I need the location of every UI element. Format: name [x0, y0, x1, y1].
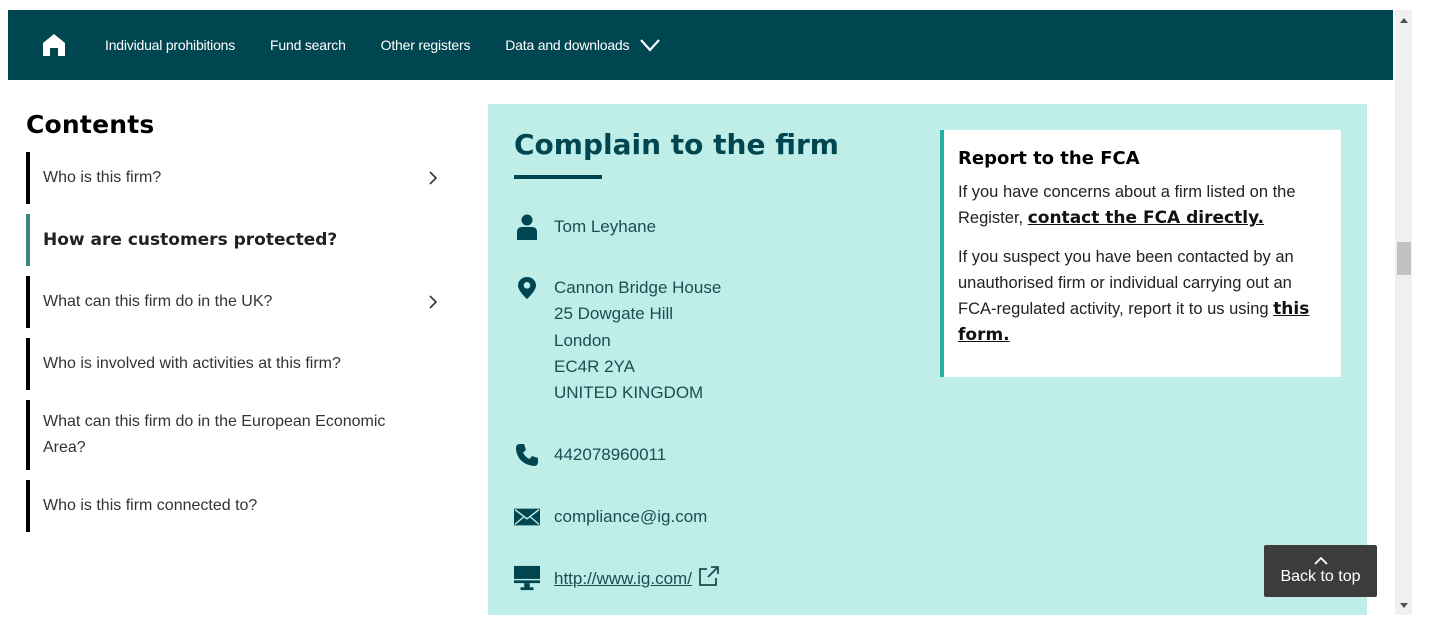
email-row: compliance@ig.com	[514, 504, 707, 530]
contents-item-who-is-firm-connected-to[interactable]: Who is this firm connected to?	[26, 480, 446, 532]
complain-heading: Complain to the firm	[514, 128, 839, 161]
contents-item-label: What can this firm do in the European Ec…	[43, 413, 386, 456]
address-row: Cannon Bridge House 25 Dowgate Hill Lond…	[514, 275, 721, 406]
contents-item-who-is-involved[interactable]: Who is involved with activities at this …	[26, 338, 446, 390]
nav-link-individual-prohibitions[interactable]: Individual prohibitions	[105, 37, 235, 53]
chevron-right-icon	[428, 170, 438, 186]
arrow-up-icon	[1399, 17, 1408, 23]
contact-name: Tom Leyhane	[554, 217, 657, 236]
contents-item-what-can-firm-do-eea[interactable]: What can this firm do in the European Ec…	[26, 400, 446, 470]
chevron-up-icon	[1313, 556, 1328, 565]
email-address[interactable]: compliance@ig.com	[554, 504, 707, 530]
back-to-top-label: Back to top	[1280, 568, 1361, 585]
external-link-icon[interactable]	[698, 565, 720, 587]
contents-item-label: Who is this firm?	[43, 169, 162, 186]
contents-item-who-is-this-firm[interactable]: Who is this firm?	[26, 152, 446, 204]
phone-icon	[514, 442, 540, 468]
home-button[interactable]	[34, 25, 74, 65]
home-icon	[43, 34, 65, 56]
report-paragraph-concerns: If you have concerns about a firm listed…	[958, 179, 1327, 232]
phone-row: 442078960011	[514, 442, 666, 468]
report-text: If you suspect you have been contacted b…	[958, 247, 1294, 319]
address-line: London	[554, 330, 611, 350]
address-line: Cannon Bridge House	[554, 278, 722, 297]
desktop-monitor-icon	[514, 565, 540, 591]
contact-name-row: Tom Leyhane	[514, 214, 656, 240]
contents-item-label: Who is involved with activities at this …	[43, 355, 341, 372]
chevron-right-icon	[428, 294, 438, 310]
report-heading: Report to the FCA	[958, 148, 1140, 169]
back-to-top-button[interactable]: Back to top	[1264, 545, 1377, 597]
chevron-down-icon	[639, 38, 661, 52]
nav-link-data-and-downloads-label: Data and downloads	[505, 37, 630, 53]
person-icon	[514, 214, 540, 240]
contents-item-label: Who is this firm connected to?	[43, 497, 258, 514]
contents-item-how-are-customers-protected[interactable]: How are customers protected?	[26, 214, 446, 266]
nav-link-data-and-downloads[interactable]: Data and downloads	[505, 37, 661, 53]
page-scrollbar[interactable]	[1395, 10, 1412, 615]
envelope-icon	[514, 504, 540, 530]
website-link[interactable]: http://www.ig.com/	[554, 569, 692, 588]
main-nav: Individual prohibitions Fund search Othe…	[8, 10, 1393, 80]
contents-item-label: How are customers protected?	[43, 230, 338, 250]
contents-heading: Contents	[26, 110, 155, 139]
report-to-fca-box: Report to the FCA If you have concerns a…	[940, 130, 1341, 377]
contact-fca-link[interactable]: contact the FCA directly.	[1028, 208, 1264, 228]
website-row: http://www.ig.com/	[514, 565, 720, 592]
contents-item-what-can-firm-do-uk[interactable]: What can this firm do in the UK?	[26, 276, 446, 328]
address-block: Cannon Bridge House 25 Dowgate Hill Lond…	[554, 275, 721, 406]
nav-link-fund-search[interactable]: Fund search	[270, 37, 346, 53]
address-line: 25 Dowgate Hill	[554, 304, 674, 324]
complain-panel: Complain to the firm Tom Leyhane Cannon …	[488, 104, 1367, 615]
contents-list: Who is this firm? How are customers prot…	[26, 152, 446, 542]
contents-item-label: What can this firm do in the UK?	[43, 293, 273, 310]
arrow-down-icon	[1399, 602, 1408, 608]
nav-link-other-registers[interactable]: Other registers	[381, 37, 471, 53]
report-paragraph-suspect: If you suspect you have been contacted b…	[958, 244, 1327, 349]
location-pin-icon	[514, 275, 540, 301]
address-line: EC4R 2YA	[554, 356, 635, 376]
address-line: UNITED KINGDOM	[554, 383, 704, 403]
phone-number: 442078960011	[554, 445, 667, 464]
scroll-up-button[interactable]	[1395, 12, 1412, 28]
scroll-down-button[interactable]	[1395, 597, 1412, 613]
scroll-thumb[interactable]	[1397, 242, 1411, 275]
heading-underline	[514, 175, 602, 179]
